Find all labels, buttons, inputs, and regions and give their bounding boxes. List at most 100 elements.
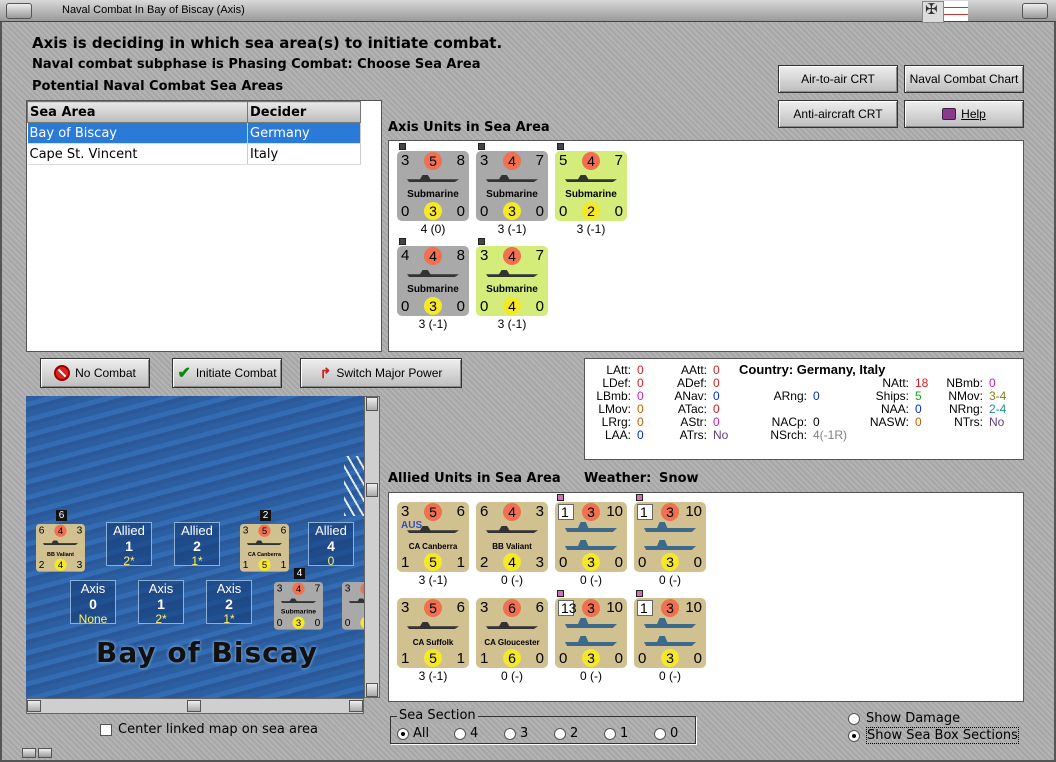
top-left-value: 3 [242,524,249,537]
scroll-right-arrow-icon[interactable] [349,700,363,712]
vertical-scroll-thumb[interactable] [366,483,378,497]
table-row[interactable]: Cape St. Vincent Italy [27,143,361,165]
sea-section-option[interactable]: 4 [454,726,504,741]
axis-sea-box[interactable]: Axis 2 1* [206,580,252,626]
sea-section-radio[interactable] [654,727,666,740]
sea-section-option[interactable]: 1 [604,726,654,741]
unit-counter[interactable]: 1 10 0 0 3 3 [555,502,627,572]
unit-name: CA Gloucester [484,638,540,647]
resize-right-icon[interactable] [38,748,52,758]
unit-search-caption: 3 (-1) [497,222,527,236]
unit-counter[interactable]: 3 6 1 1 5 5 CA Suffolk [397,598,469,668]
unit-counter[interactable]: 3 7 0 0 4 3 Submarine [274,582,323,630]
book-icon [942,108,957,120]
show-sea-box-sections-radio[interactable] [848,729,860,742]
no-combat-button[interactable]: No Combat [40,358,150,388]
help-button[interactable]: Help [904,100,1024,128]
horizontal-scroll-thumb[interactable] [187,700,201,712]
column-header-sea-area[interactable]: Sea Area [27,101,248,123]
attack-value-circle: 4 [54,524,67,537]
close-window-button[interactable] [1022,3,1048,19]
bottom-left-value: 2 [38,559,45,571]
scroll-left-arrow-icon[interactable] [27,700,41,712]
unit-counter[interactable]: 1 10 0 0 3 3 [634,502,706,572]
top-right-value: 8 [456,152,465,169]
top-right-value: 3 [76,524,83,537]
map-vertical-scrollbar[interactable] [364,396,380,698]
show-damage-option[interactable]: Show Damage [848,711,960,726]
axis-sea-box[interactable]: Axis 0 None [70,580,116,626]
attack-value-circle: 4 [424,247,442,265]
bottom-right-value: 0 [614,554,623,571]
stat-value: 0 [915,415,922,429]
sea-area-table-panel: Sea Area Decider Bay of Biscay Germany C… [26,100,382,352]
linked-map[interactable]: Bay of Biscay Allied 1 2* Allied 2 1* Allied 4 0… [26,396,364,698]
sea-section-radio[interactable] [397,727,409,740]
unit-counter[interactable]: 3 7 0 0 4 4 Submarine [476,246,548,316]
sea-section-option[interactable]: All [397,726,454,741]
attack-value-circle: 4 [503,503,521,521]
unit-counter[interactable]: 3 6 1 1 5 5 CA Canberra AUS [397,502,469,572]
bottom-left-value: 1 [401,650,410,667]
show-sea-box-sections-option[interactable]: Show Sea Box Sections [848,727,1019,744]
top-right-value: 8 [456,247,465,264]
naval-combat-chart-button[interactable]: Naval Combat Chart [904,65,1024,93]
unit-search-caption: 3 (-1) [418,669,448,683]
unit-counter[interactable]: 3 6 1 0 6 6 CA Gloucester [476,598,548,668]
sea-box-side: Allied [181,523,213,538]
unit-counter[interactable]: 1 10 0 0 3 3 [634,598,706,668]
unit-counter[interactable]: 3 8 0 0 5 3 Submarine [397,151,469,221]
unit-counter[interactable]: 3 7 0 0 4 3 Submarine [476,151,548,221]
allied-sea-box[interactable]: Allied 4 0 [308,522,354,568]
scroll-down-arrow-icon[interactable] [366,683,378,697]
table-row[interactable]: Bay of Biscay Germany [27,122,361,144]
bottom-left-value: 2 [480,554,489,571]
stack-count-badge: 2 [260,510,271,521]
sea-area-cell: Bay of Biscay [27,122,248,144]
nationality-label: AUS [401,520,423,531]
map-horizontal-scrollbar[interactable] [26,698,364,714]
switch-major-power-button[interactable]: ↱ Switch Major Power [300,358,462,388]
anti-aircraft-crt-button[interactable]: Anti-aircraft CRT [778,100,898,128]
bottom-right-value: 0 [693,650,702,667]
sea-section-radio[interactable] [454,727,466,740]
top-left-value: 3 [480,152,489,169]
unit-counter[interactable]: 6 3 2 3 4 4 BB Valiant [476,502,548,572]
initiate-combat-button[interactable]: ✔ Initiate Combat [172,358,282,388]
unit-counter[interactable]: 3 6 1 1 5 5 CA Canberra [240,524,289,572]
unit-name: Submarine [280,607,317,616]
axis-sea-box[interactable]: Axis 1 2* [138,580,184,626]
sea-section-radio[interactable] [504,727,516,740]
sea-area-table: Sea Area Decider Bay of Biscay Germany C… [27,101,361,165]
sea-section-radio[interactable] [554,727,566,740]
show-damage-radio[interactable] [848,712,860,725]
allied-sea-box[interactable]: Allied 2 1* [174,522,220,568]
center-linked-map-checkbox[interactable] [100,723,112,736]
sea-section-radio[interactable] [604,727,616,740]
stat-label: NBmb: [946,376,983,390]
unit-counter[interactable]: 6 3 2 3 4 4 BB Valiant [36,524,85,572]
scroll-up-arrow-icon[interactable] [366,397,378,411]
defense-value-circle: 2 [582,202,600,220]
column-header-decider[interactable]: Decider [247,101,361,123]
resize-left-icon[interactable] [22,748,36,758]
stat-value: 0 [813,389,820,403]
sea-section-option[interactable]: 3 [504,726,554,741]
air-to-air-crt-button[interactable]: Air-to-air CRT [778,65,898,93]
allied-sea-box[interactable]: Allied 1 2* [106,522,152,568]
window-menu-button[interactable] [6,3,32,19]
center-linked-map-option[interactable]: Center linked map on sea area [100,722,318,737]
stat-value: 5 [915,389,922,403]
sea-section-option[interactable]: 0 [654,726,704,741]
unit-counter[interactable]: 13 10 0 0 3 3 [555,598,627,668]
stat-value: No [989,415,1005,429]
stat-value: 0 [637,428,644,442]
sea-box-number: 0 [89,596,97,612]
unit-counter[interactable]: 4 8 0 0 4 3 Submarine [397,246,469,316]
sea-section-option[interactable]: 2 [554,726,604,741]
unit-name: Submarine [486,284,538,295]
unit-counter[interactable]: 5 7 0 0 4 2 Submarine [555,151,627,221]
unit-counter[interactable]: 3 0 S [342,582,364,630]
weather-value: Snow [659,471,699,486]
stat-label: NTrs: [954,415,983,429]
